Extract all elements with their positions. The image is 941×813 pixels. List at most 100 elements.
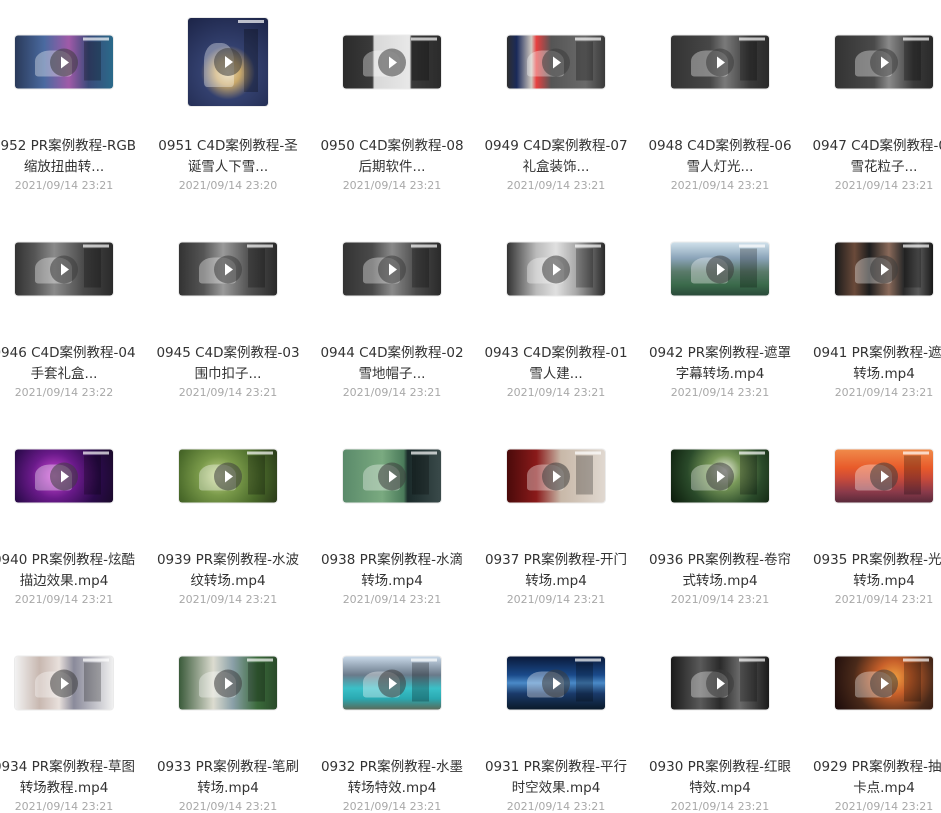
file-name: 0936 PR案例教程-卷帘式转场.mp4 [648,552,792,589]
video-thumbnail[interactable] [15,449,113,503]
video-thumbnail[interactable] [507,35,605,89]
play-icon[interactable] [542,48,570,76]
file-date: 2021/09/14 23:21 [178,386,278,399]
file-item[interactable]: 0931 PR案例教程-平行时空效果.mp4 2021/09/14 23:21 [481,633,631,813]
play-icon[interactable] [378,255,406,283]
file-item[interactable]: 0933 PR案例教程-笔刷转场.mp4 2021/09/14 23:21 [153,633,303,813]
file-item[interactable]: 0947 C4D案例教程-05雪花粒子... 2021/09/14 23:21 [809,12,941,192]
thumbnail-container [153,633,303,733]
file-item[interactable]: 0939 PR案例教程-水波纹转场.mp4 2021/09/14 23:21 [153,426,303,606]
play-icon[interactable] [50,48,78,76]
thumbnail-container [0,426,139,526]
video-thumbnail[interactable] [835,242,933,296]
file-item[interactable]: 0941 PR案例教程-遮罩转场.mp4 2021/09/14 23:21 [809,219,941,399]
file-date: 2021/09/14 23:21 [506,800,606,813]
video-thumbnail[interactable] [507,656,605,710]
video-thumbnail[interactable] [835,35,933,89]
video-thumbnail[interactable] [835,656,933,710]
watermark-icon [575,658,601,662]
file-name: 0938 PR案例教程-水滴转场.mp4 [320,552,464,589]
file-item[interactable]: 0948 C4D案例教程-06雪人灯光... 2021/09/14 23:21 [645,12,795,192]
video-thumbnail[interactable] [15,656,113,710]
video-thumbnail[interactable] [507,449,605,503]
play-icon[interactable] [214,255,242,283]
file-item[interactable]: 0934 PR案例教程-草图转场教程.mp4 2021/09/14 23:21 [0,633,139,813]
thumbnail-panel [903,41,922,81]
video-thumbnail[interactable] [343,656,441,710]
file-item[interactable]: 0950 C4D案例教程-08后期软件... 2021/09/14 23:21 [317,12,467,192]
play-icon[interactable] [50,462,78,490]
file-item[interactable]: 0932 PR案例教程-水墨转场特效.mp4 2021/09/14 23:21 [317,633,467,813]
file-item[interactable]: 0935 PR案例教程-光效转场.mp4 2021/09/14 23:21 [809,426,941,606]
file-date: 2021/09/14 23:21 [834,179,934,192]
video-thumbnail[interactable] [671,242,769,296]
play-icon[interactable] [706,255,734,283]
thumbnail-panel [575,662,594,702]
thumbnail-panel [411,455,430,495]
file-item[interactable]: 0943 C4D案例教程-01雪人建... 2021/09/14 23:21 [481,219,631,399]
video-thumbnail[interactable] [15,35,113,89]
play-icon[interactable] [50,669,78,697]
thumbnail-panel [575,248,594,288]
play-icon[interactable] [706,669,734,697]
video-thumbnail[interactable] [179,449,277,503]
play-icon[interactable] [542,669,570,697]
thumbnail-container [317,219,467,319]
file-item[interactable]: 0952 PR案例教程-RGB缩放扭曲转... 2021/09/14 23:21 [0,12,139,192]
file-item[interactable]: 0937 PR案例教程-开门转场.mp4 2021/09/14 23:21 [481,426,631,606]
video-thumbnail[interactable] [343,449,441,503]
play-icon[interactable] [214,48,242,76]
play-icon[interactable] [870,462,898,490]
video-thumbnail[interactable] [15,242,113,296]
file-item[interactable]: 0929 PR案例教程-抽帧卡点.mp4 2021/09/14 23:21 [809,633,941,813]
watermark-icon [575,37,601,41]
video-thumbnail[interactable] [179,656,277,710]
play-icon[interactable] [706,48,734,76]
play-icon[interactable] [870,255,898,283]
video-thumbnail[interactable] [671,656,769,710]
thumbnail-panel [739,41,758,81]
video-thumbnail[interactable] [343,242,441,296]
file-name: 0948 C4D案例教程-06雪人灯光... [648,138,792,175]
thumbnail-container [645,633,795,733]
file-item[interactable]: 0944 C4D案例教程-02雪地帽子... 2021/09/14 23:21 [317,219,467,399]
thumbnail-container [481,12,631,112]
play-icon[interactable] [50,255,78,283]
file-item[interactable]: 0951 C4D案例教程-圣诞雪人下雪... 2021/09/14 23:20 [153,12,303,192]
watermark-icon [238,20,264,23]
play-icon[interactable] [706,462,734,490]
file-item[interactable]: 0942 PR案例教程-遮罩字幕转场.mp4 2021/09/14 23:21 [645,219,795,399]
file-item[interactable]: 0949 C4D案例教程-07礼盒装饰... 2021/09/14 23:21 [481,12,631,192]
file-item[interactable]: 0946 C4D案例教程-04手套礼盒... 2021/09/14 23:22 [0,219,139,399]
video-thumbnail[interactable] [179,242,277,296]
play-icon[interactable] [378,462,406,490]
play-icon[interactable] [870,669,898,697]
video-thumbnail[interactable] [507,242,605,296]
video-thumbnail[interactable] [343,35,441,89]
watermark-icon [411,451,437,455]
file-item[interactable]: 0938 PR案例教程-水滴转场.mp4 2021/09/14 23:21 [317,426,467,606]
file-name: 0942 PR案例教程-遮罩字幕转场.mp4 [648,345,792,382]
thumbnail-panel [575,41,594,81]
play-icon[interactable] [214,669,242,697]
file-name: 0951 C4D案例教程-圣诞雪人下雪... [158,138,298,175]
play-icon[interactable] [542,462,570,490]
file-name: 0947 C4D案例教程-05雪花粒子... [812,138,941,175]
play-icon[interactable] [378,48,406,76]
watermark-icon [903,451,929,455]
file-date: 2021/09/14 23:21 [14,179,114,192]
video-thumbnail[interactable] [671,35,769,89]
play-icon[interactable] [542,255,570,283]
play-icon[interactable] [214,462,242,490]
file-item[interactable]: 0930 PR案例教程-红眼特效.mp4 2021/09/14 23:21 [645,633,795,813]
file-item[interactable]: 0940 PR案例教程-炫酷描边效果.mp4 2021/09/14 23:21 [0,426,139,606]
video-thumbnail[interactable] [188,18,268,106]
file-item[interactable]: 0945 C4D案例教程-03围巾扣子... 2021/09/14 23:21 [153,219,303,399]
video-thumbnail[interactable] [671,449,769,503]
play-icon[interactable] [378,669,406,697]
thumbnail-panel [903,662,922,702]
watermark-icon [739,37,765,41]
video-thumbnail[interactable] [835,449,933,503]
play-icon[interactable] [870,48,898,76]
file-item[interactable]: 0936 PR案例教程-卷帘式转场.mp4 2021/09/14 23:21 [645,426,795,606]
